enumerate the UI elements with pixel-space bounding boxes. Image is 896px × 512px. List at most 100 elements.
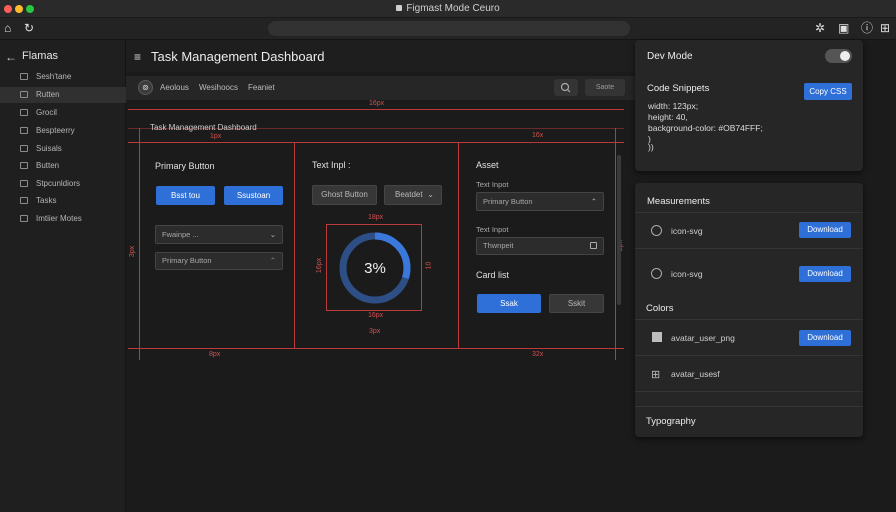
typography-title: Typography (646, 416, 696, 427)
window-icon[interactable]: ▣ (838, 21, 849, 36)
measurements-card: Measurements icon-svg Download icon-svg … (635, 183, 863, 437)
radio-button[interactable] (651, 225, 662, 236)
back-arrow-icon[interactable]: ← (5, 50, 17, 64)
dropdown-field-1[interactable]: Fwainpe ... ⌄ (155, 225, 283, 244)
measure-label: 32x (532, 351, 544, 358)
component-icon (20, 162, 28, 169)
tab-aeolous[interactable]: Aeolous (160, 83, 189, 92)
menu-icon[interactable]: ≡ (134, 50, 141, 64)
progress-ring: 3% (339, 232, 411, 304)
sidebar-item-sesh[interactable]: Sesh'tane (0, 69, 126, 85)
chevron-up-icon: ⌃ (269, 256, 276, 265)
search-button[interactable] (554, 79, 578, 96)
sidebar-item-imtiier-motes[interactable]: Imtiier Motes (0, 211, 126, 227)
dropdown-button[interactable]: Beatdet ⌄ (384, 185, 442, 205)
home-icon[interactable]: ⌂ (4, 21, 11, 36)
browser-toolbar: ⌂ ↻ ✲ ▣ ⓘ ⊞ (0, 18, 896, 40)
design-canvas[interactable]: 16px 1px 16x 3px 8px 32x 2px Task Manage… (126, 100, 636, 512)
search-icon (560, 82, 571, 93)
redline (128, 142, 624, 143)
canvas-toolbar: ⊚ Aeolous Wesihoocs Feaniet Saote (126, 76, 636, 100)
measure-label: 3px (369, 328, 381, 335)
sidebar-item-bespteerry[interactable]: Bespteerry (0, 123, 126, 139)
download-button[interactable]: Download (799, 330, 851, 346)
measure-label: 16x (532, 132, 544, 139)
sidebar-item-grocil[interactable]: Grocil (0, 105, 126, 121)
settings-icon[interactable]: ✲ (815, 21, 825, 36)
address-bar[interactable] (268, 21, 630, 36)
sidebar-item-suisals[interactable]: Suisals (0, 141, 126, 157)
progress-value: 3% (364, 260, 386, 277)
component-icon (20, 91, 28, 98)
sidebar-title: Flamas (22, 50, 59, 62)
reload-icon[interactable]: ↻ (24, 21, 34, 36)
sidebar-item-butten[interactable]: Butten (0, 158, 126, 174)
download-button[interactable]: Download (799, 222, 851, 238)
divider (635, 212, 863, 213)
measure-label: 1px (210, 133, 222, 140)
radio-button[interactable] (651, 268, 662, 279)
grid-icon: ⊞ (651, 369, 661, 381)
card-list-title: Card list (476, 270, 510, 280)
info-icon[interactable]: ⓘ (861, 21, 873, 36)
color-swatch (652, 332, 662, 342)
divider (635, 248, 863, 249)
card-secondary-button[interactable]: Sskit (549, 294, 604, 313)
colors-title: Colors (646, 303, 674, 314)
measure-label: 16px (316, 257, 324, 274)
asset-name: avatar_usesf (671, 369, 720, 379)
divider (635, 391, 863, 392)
canvas-scrollbar[interactable] (617, 155, 621, 305)
component-icon (20, 73, 28, 80)
primary-button-2[interactable]: Ssustoan (224, 186, 283, 205)
tab-wesihoocs[interactable]: Wesihoocs (199, 83, 238, 92)
ghost-button[interactable]: Ghost Button (312, 185, 377, 205)
square-icon (590, 242, 597, 249)
frame-label: Task Management Dashboard (150, 123, 257, 132)
copy-css-button[interactable]: Copy CSS (804, 83, 852, 100)
asset-name: icon-svg (671, 269, 703, 279)
measure-label: 16px (368, 312, 384, 319)
field-label: Text Inpot (476, 180, 509, 189)
measurements-title: Measurements (647, 196, 710, 207)
code-line: width: 123px; (648, 101, 699, 111)
code-snippets-title: Code Snippets (647, 83, 710, 94)
primary-button-title: Primary Button (155, 161, 215, 171)
chevron-up-icon: ⌃ (590, 197, 597, 206)
component-icon (20, 215, 28, 222)
tab-feaniet[interactable]: Feaniet (248, 83, 275, 92)
redline (326, 224, 327, 310)
primary-button-1[interactable]: Bsst tou (156, 186, 215, 205)
asset-select[interactable]: Primary Button ⌃ (476, 192, 604, 211)
sidebar-item-rutten[interactable]: Rutten (0, 87, 126, 103)
window-titlebar: Figmast Mode Ceuro (0, 0, 896, 18)
divider (635, 355, 863, 356)
measure-label: 18px (368, 214, 384, 221)
dropdown-field-2[interactable]: Primary Button ⌃ (155, 252, 283, 270)
chevron-down-icon: ⌄ (427, 190, 434, 199)
divider (635, 319, 863, 320)
main-header: ≡ Task Management Dashboard (126, 40, 636, 72)
grid-icon[interactable]: ⊞ (880, 21, 890, 36)
field-label: Text Inpot (476, 225, 509, 234)
file-icon[interactable]: ⊚ (138, 80, 153, 95)
asset-input[interactable]: Thwnpeit (476, 237, 604, 255)
dev-mode-toggle[interactable] (825, 49, 852, 63)
sidebar-item-tasks[interactable]: Tasks (0, 193, 126, 209)
redline (326, 310, 422, 311)
code-line: height: 40, (648, 112, 688, 122)
download-button[interactable]: Download (799, 266, 851, 282)
asset-title: Asset (476, 160, 499, 170)
card-primary-button[interactable]: Ssak (477, 294, 541, 313)
lock-icon (396, 5, 403, 12)
redline (294, 142, 295, 348)
code-line: )) (648, 142, 654, 152)
sidebar-item-stpcunldiors[interactable]: Stpcunldiors (0, 176, 126, 192)
redline (326, 224, 422, 225)
dev-mode-card: Dev Mode Code Snippets Copy CSS width: 1… (635, 40, 863, 171)
measure-label: 10 (425, 261, 433, 270)
component-icon (20, 127, 28, 134)
save-button[interactable]: Saote (585, 79, 625, 96)
dev-mode-title: Dev Mode (647, 51, 693, 62)
component-icon (20, 109, 28, 116)
